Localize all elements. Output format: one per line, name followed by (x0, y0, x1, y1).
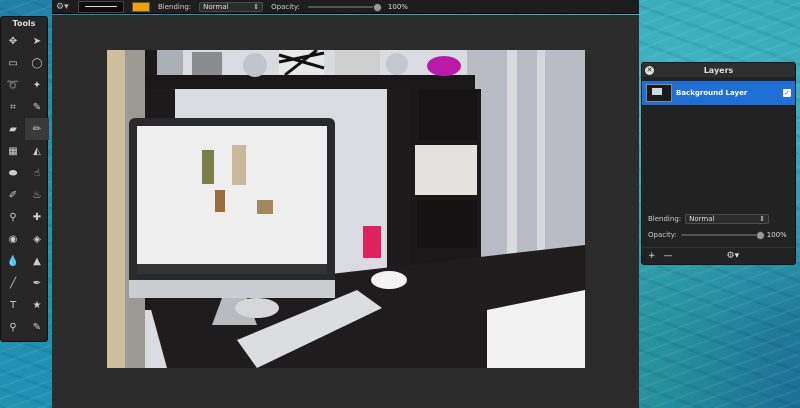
chevron-updown-icon: ⇕ (759, 215, 766, 223)
burn-icon[interactable]: ♨ (25, 184, 49, 206)
tools-panel: Tools ✥ ➤ ▭ ◯ ➰ ✦ ⌗ ✎ ▰ ✏ ▦ ◭ ⬬ ☝ ✐ ♨ ⚲ ✚ ◉ ◈ 💧 ▲ ╱ ✒ T ★ ⚲ ✎ (0, 16, 49, 342)
eraser-icon[interactable]: ▰ (1, 118, 25, 140)
gear-icon[interactable]: ⚙▾ (727, 251, 740, 261)
blending-select[interactable]: Normal ⇕ (199, 1, 264, 12)
layer-properties: Blending: Normal ⇕ Opacity: 100% (642, 213, 795, 241)
eye-icon[interactable]: ◉ (1, 228, 25, 250)
tools-title: Tools (12, 19, 36, 28)
layer-thumbnail (646, 84, 672, 102)
canvas-image (107, 50, 585, 368)
line-icon[interactable]: ╱ (1, 272, 25, 294)
magic-wand-icon[interactable]: ✦ (25, 74, 49, 96)
layer-row[interactable]: Background Layer ✓ (642, 81, 795, 105)
layer-name: Background Layer (676, 89, 748, 97)
layer-opacity-knob[interactable] (755, 231, 765, 240)
primary-color-swatch[interactable] (132, 1, 150, 12)
opacity-slider-knob[interactable] (372, 2, 382, 12)
zoom-icon[interactable]: ⚲ (1, 316, 25, 338)
layer-blending-value: Normal (689, 215, 715, 223)
lasso-icon[interactable]: ➰ (1, 74, 25, 96)
layer-opacity-slider[interactable] (680, 231, 765, 240)
chevron-updown-icon: ⇕ (253, 2, 260, 11)
opacity-label: Opacity: (271, 2, 300, 11)
heal-icon[interactable]: ✚ (25, 206, 49, 228)
pen-icon[interactable]: ✒ (25, 272, 49, 294)
close-icon[interactable]: ✕ (645, 65, 654, 75)
gradient-icon[interactable]: ▦ (1, 140, 25, 162)
brush-preview[interactable] (78, 0, 124, 13)
layer-blending-label: Blending: (648, 215, 682, 223)
layer-opacity-value: 100% (766, 231, 787, 239)
shape-icon[interactable]: ⬬ (1, 162, 25, 184)
layers-panel: ✕ Layers Background Layer ✓ Blending: No… (641, 62, 796, 265)
opacity-value: 100% (387, 2, 408, 11)
blending-label: Blending: (158, 2, 192, 11)
stamp-icon[interactable]: ⚲ (1, 206, 25, 228)
ellipse-select-icon[interactable]: ◯ (25, 52, 49, 74)
layer-blending-row: Blending: Normal ⇕ (642, 213, 795, 225)
opacity-slider[interactable] (307, 2, 382, 12)
crop-icon[interactable]: ⌗ (1, 96, 25, 118)
pencil-icon[interactable]: ✐ (1, 184, 25, 206)
select-arrow-icon[interactable]: ➤ (25, 30, 49, 52)
tool-grid: ✥ ➤ ▭ ◯ ➰ ✦ ⌗ ✎ ▰ ✏ ▦ ◭ ⬬ ☝ ✐ ♨ ⚲ ✚ ◉ ◈ 💧 ▲ ╱ ✒ T ★ ⚲ ✎ (1, 30, 49, 338)
sharpen-icon[interactable]: ▲ (25, 250, 49, 272)
canvas-workspace (52, 15, 639, 408)
move-icon[interactable]: ✥ (1, 30, 25, 52)
document-canvas[interactable] (107, 50, 585, 368)
layers-title: Layers (703, 65, 734, 75)
remove-icon[interactable]: — (664, 251, 673, 261)
add-icon[interactable]: + (648, 251, 656, 261)
layer-opacity-label: Opacity: (648, 231, 677, 239)
blending-select-value: Normal (203, 2, 229, 11)
color-picker-icon[interactable]: ✎ (25, 316, 49, 338)
star-icon[interactable]: ★ (25, 294, 49, 316)
drop-icon[interactable]: 💧 (1, 250, 25, 272)
layer-opacity-row: Opacity: 100% (642, 229, 795, 241)
layers-header: ✕ Layers (642, 63, 795, 77)
brush-icon[interactable]: ✏ (25, 118, 49, 140)
options-toolbar: ⚙▾ Blending: Normal ⇕ Opacity: 100% (52, 0, 639, 14)
paint-bucket-icon[interactable]: ◭ (25, 140, 49, 162)
smudge-icon[interactable]: ☝ (25, 162, 49, 184)
text-icon[interactable]: T (1, 294, 25, 316)
layer-blending-select[interactable]: Normal ⇕ (685, 214, 770, 224)
eyedropper-icon[interactable]: ✎ (25, 96, 49, 118)
layers-footer: + — ⚙▾ (642, 247, 795, 264)
gear-icon[interactable]: ⚙▾ (56, 2, 70, 12)
layer-visibility-checkbox[interactable]: ✓ (783, 89, 791, 97)
rect-select-icon[interactable]: ▭ (1, 52, 25, 74)
sponge-icon[interactable]: ◈ (25, 228, 49, 250)
